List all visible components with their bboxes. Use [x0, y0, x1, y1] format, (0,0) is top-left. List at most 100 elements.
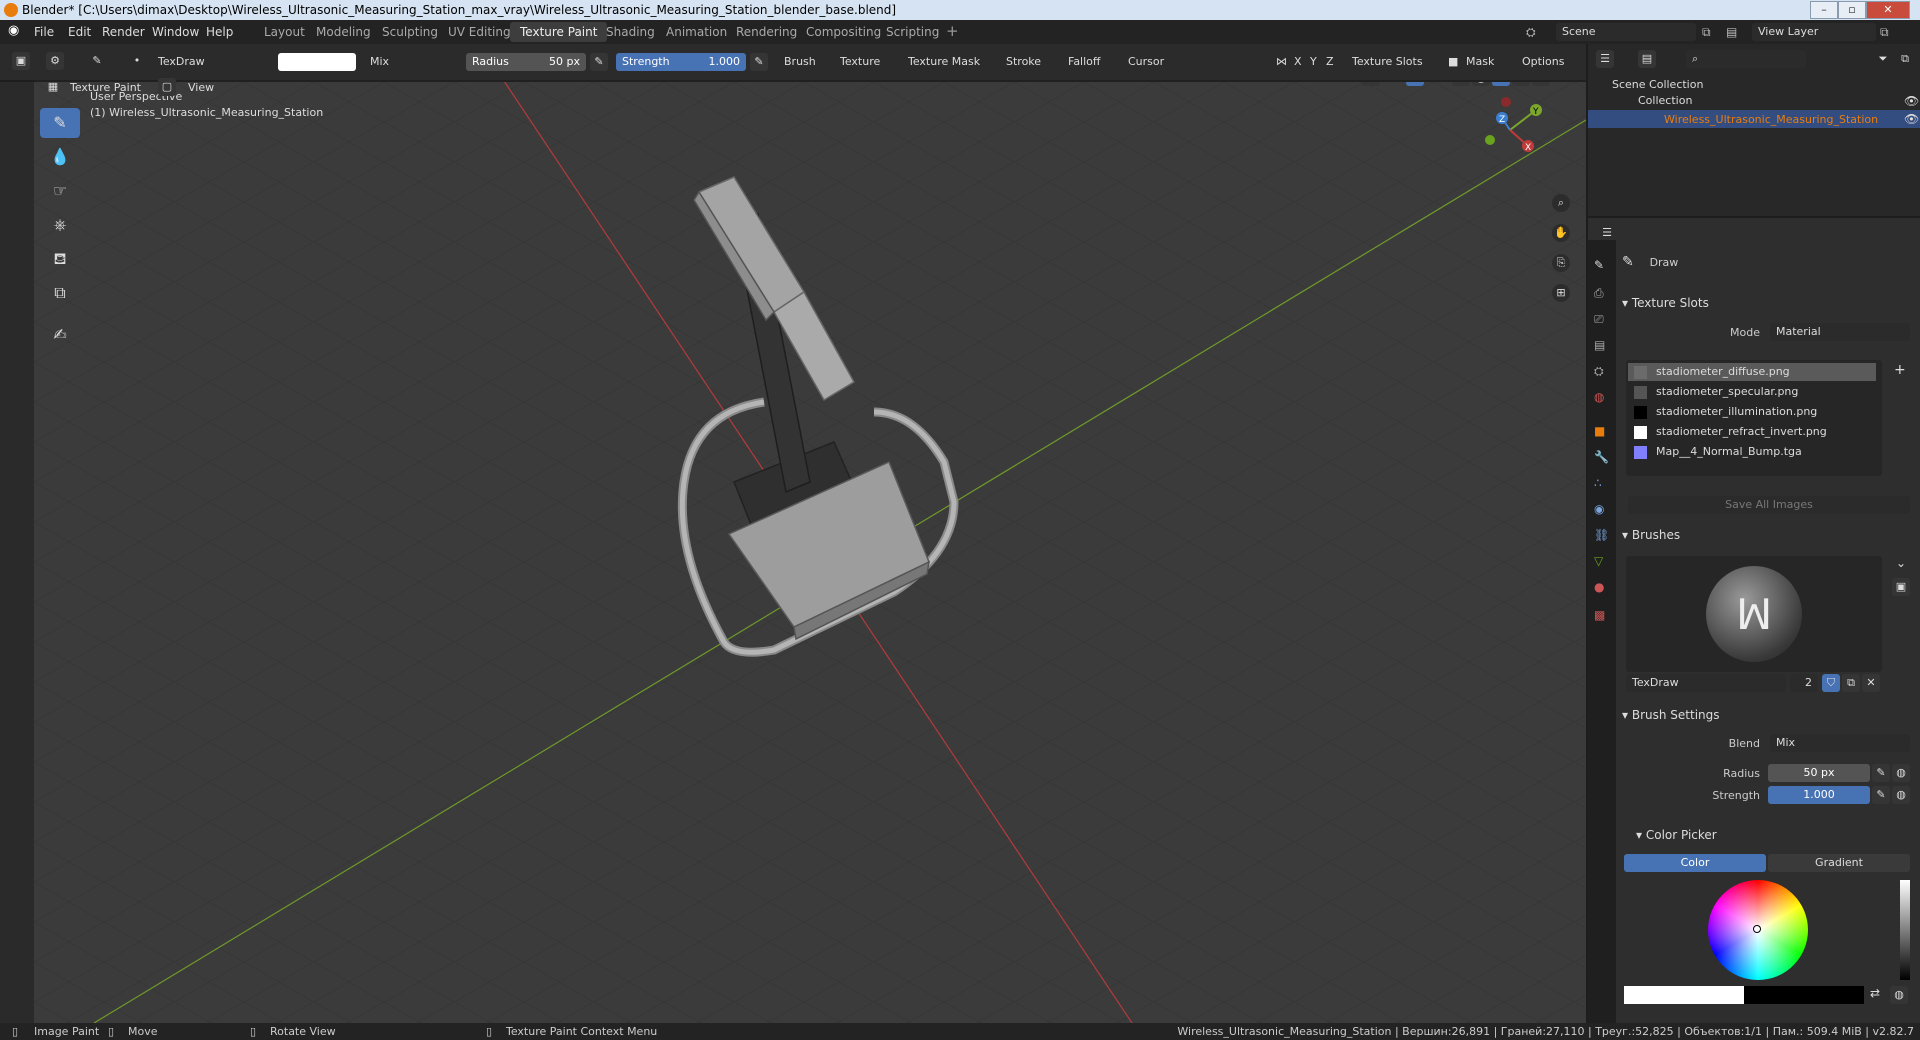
workspace-tab-animation[interactable]: Animation — [656, 22, 737, 42]
physics-tab-icon[interactable]: ◉ — [1594, 502, 1604, 516]
strength-extra-icon[interactable]: ◍ — [1892, 786, 1910, 804]
blender-menu-icon[interactable]: ◉ — [8, 23, 19, 38]
tool-settings-icon[interactable]: ⚙ — [46, 52, 64, 70]
visibility-icon[interactable]: ◉ — [1330, 82, 1348, 86]
add-workspace-icon[interactable]: + — [946, 22, 959, 40]
brush-list-expand-icon[interactable]: ⌄ — [1896, 556, 1906, 570]
brush-name-field[interactable]: TexDraw — [152, 53, 270, 71]
output-tab-icon[interactable]: ⎚ — [1594, 312, 1604, 327]
symmetry-icon[interactable]: ⋈ — [1272, 53, 1291, 71]
brush-menu[interactable]: Brush — [780, 53, 820, 71]
brush-dot-icon[interactable]: • — [128, 52, 146, 70]
brush-color-swatch[interactable] — [278, 53, 356, 71]
falloff-menu[interactable]: Falloff — [1064, 53, 1104, 71]
collection-label[interactable]: Collection — [1638, 94, 1692, 107]
new-scene-icon[interactable]: ⧉ — [1702, 25, 1711, 40]
brush-texture-icon[interactable]: ▣ — [1892, 578, 1910, 596]
slot-mode-dropdown[interactable]: Material — [1770, 323, 1910, 341]
radius-field[interactable]: 50 px — [1768, 764, 1870, 782]
gradient-tab[interactable]: Gradient — [1768, 854, 1910, 872]
outliner-editor-icon[interactable]: ☰ — [1596, 50, 1614, 68]
fill-tool-icon[interactable]: ⛾ — [40, 244, 80, 274]
mask-tool-icon[interactable]: ⧉ — [40, 278, 80, 308]
world-tab-icon[interactable]: ◍ — [1594, 390, 1604, 404]
brush-settings-panel-header[interactable]: ▾ Brush Settings — [1622, 704, 1912, 726]
xray-toggle-icon[interactable]: ◧ — [1452, 82, 1470, 86]
scene-selector[interactable]: Scene — [1556, 23, 1696, 41]
close-button[interactable]: ✕ — [1866, 1, 1910, 19]
display-mode-icon[interactable]: ▤ — [1638, 50, 1656, 68]
texture-slots-menu[interactable]: Texture Slots — [1348, 53, 1427, 71]
view-menu[interactable]: View — [184, 79, 218, 97]
wireframe-shading-icon[interactable]: ◯ — [1472, 82, 1490, 86]
3d-viewport[interactable]: User Perspective (1) Wireless_Ultrasonic… — [34, 82, 1586, 1023]
slot-row[interactable]: Map__4_Normal_Bump.tga — [1628, 443, 1876, 461]
color-tab[interactable]: Color — [1624, 854, 1766, 872]
properties-editor-icon[interactable]: ☰ — [1598, 224, 1616, 242]
collection-visibility-icon[interactable]: 👁 — [1904, 94, 1919, 108]
menu-window[interactable]: Window — [152, 25, 199, 39]
render-tab-icon[interactable]: ⎙ — [1594, 286, 1604, 301]
texture-paint-mode-icon[interactable]: ▦ — [44, 78, 62, 96]
slot-row[interactable]: stadiometer_specular.png — [1628, 383, 1876, 401]
object-label[interactable]: Wireless_Ultrasonic_Measuring_Station — [1664, 113, 1878, 126]
object-visibility-icon[interactable]: 👁 — [1904, 112, 1919, 126]
draw-tool-icon[interactable]: ✎ — [40, 108, 80, 138]
view-layer-icon[interactable]: ▤ — [1726, 25, 1737, 39]
workspace-tab-scripting[interactable]: Scripting — [876, 22, 949, 42]
color-picker-header[interactable]: ▾ Color Picker — [1636, 824, 1920, 846]
workspace-tab-sculpting[interactable]: Sculpting — [372, 22, 448, 42]
workspace-tab-shading[interactable]: Shading — [596, 22, 665, 42]
view-layer-tab-icon[interactable]: ▤ — [1594, 338, 1605, 352]
workspace-tab-texture-paint[interactable]: Texture Paint — [510, 22, 608, 42]
soften-tool-icon[interactable]: 💧 — [40, 142, 80, 172]
radius-unit-icon[interactable]: ◍ — [1892, 764, 1910, 782]
object-tab-icon[interactable]: ■ — [1594, 424, 1605, 438]
material-tab-icon[interactable]: ● — [1594, 580, 1604, 594]
slot-row[interactable]: stadiometer_diffuse.png — [1628, 363, 1876, 381]
navigation-gizmo[interactable]: Y Z X — [1480, 94, 1546, 160]
mask-checkbox[interactable]: ■ — [1444, 53, 1462, 71]
brush-users-count[interactable]: 2 — [1790, 674, 1818, 692]
slot-row[interactable]: stadiometer_refract_invert.png — [1628, 423, 1876, 441]
unlink-brush-icon[interactable]: ✕ — [1862, 674, 1880, 692]
data-tab-icon[interactable]: ▽ — [1594, 554, 1603, 568]
add-slot-icon[interactable]: + — [1894, 362, 1906, 378]
tool-tab-icon[interactable]: ✎ — [1594, 258, 1604, 272]
scene-collection-label[interactable]: Scene Collection — [1612, 78, 1703, 91]
color-wheel[interactable] — [1708, 880, 1808, 980]
overlay-toggle-icon[interactable]: ◎ — [1406, 82, 1424, 86]
menu-edit[interactable]: Edit — [68, 25, 91, 39]
new-view-layer-icon[interactable]: ⧉ — [1880, 25, 1889, 40]
radius-pressure-icon-2[interactable]: ✎ — [1872, 764, 1890, 782]
duplicate-brush-icon[interactable]: ⧉ — [1842, 674, 1860, 692]
smear-tool-icon[interactable]: ☞ — [40, 176, 80, 206]
maximize-button[interactable]: ▫ — [1838, 1, 1866, 19]
view-layer-selector[interactable]: View Layer — [1752, 23, 1876, 41]
stroke-menu[interactable]: Stroke — [1002, 53, 1045, 71]
swap-colors-icon[interactable]: ⇄ — [1870, 986, 1880, 1000]
editor-type-icon[interactable]: ▣ — [12, 52, 30, 70]
texture-slots-panel-header[interactable]: ▾ Texture Slots — [1622, 292, 1912, 314]
menu-render[interactable]: Render — [102, 25, 145, 39]
outliner-search-input[interactable]: ⌕ — [1686, 50, 1806, 68]
solid-shading-icon[interactable]: ● — [1492, 82, 1510, 86]
modifier-tab-icon[interactable]: 🔧 — [1594, 450, 1609, 464]
blend-dropdown[interactable]: Mix — [1770, 734, 1910, 752]
options-menu[interactable]: Options — [1518, 53, 1568, 71]
mirror-x-toggle[interactable]: X — [1290, 53, 1306, 71]
filter-icon[interactable]: ⏷ — [1874, 50, 1892, 68]
constraints-tab-icon[interactable]: ⛓ — [1594, 528, 1609, 542]
material-shading-icon[interactable]: ◐ — [1512, 82, 1530, 86]
color-swatch-bar[interactable] — [1624, 986, 1864, 1004]
annotate-tool-icon[interactable]: ✍ — [40, 320, 80, 350]
texture-tab-icon[interactable]: ▩ — [1594, 608, 1605, 622]
mode-dropdown[interactable]: Texture Paint — [66, 79, 145, 97]
camera-view-icon[interactable]: ⎘ — [1552, 254, 1570, 272]
perspective-toggle-icon[interactable]: ⊞ — [1552, 284, 1570, 302]
paint-mask-toggle[interactable]: ▢ — [158, 78, 176, 96]
mirror-y-toggle[interactable]: Y — [1306, 53, 1321, 71]
gizmo-toggle-icon[interactable]: ⇱ — [1362, 82, 1380, 86]
brush-preview-area[interactable]: ꟽ — [1626, 556, 1882, 672]
brush-name-input[interactable]: TexDraw — [1626, 674, 1786, 692]
